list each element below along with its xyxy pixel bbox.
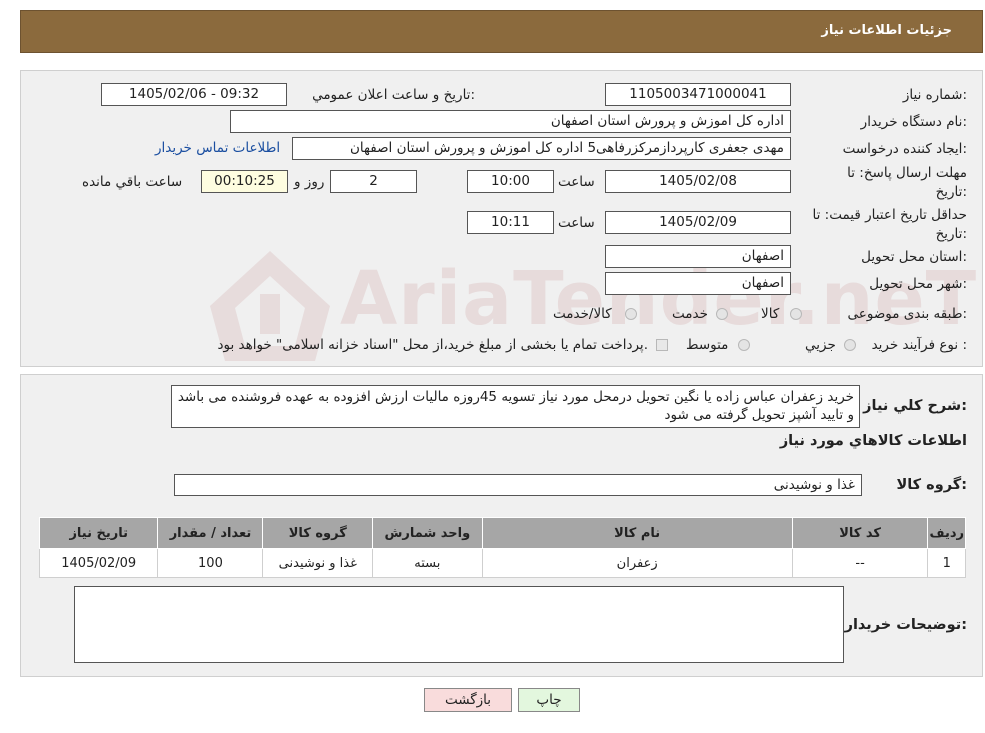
cell-item-group: غذا و نوشيدنی bbox=[262, 548, 374, 578]
province-field: اصفهان bbox=[605, 245, 791, 268]
deadline-date-field: 1405/02/08 bbox=[605, 170, 791, 193]
col-need-date: تاريخ نياز bbox=[38, 517, 159, 549]
cell-unit: بسته bbox=[372, 548, 483, 578]
goods-group-label: گروه کالا: bbox=[896, 477, 967, 493]
print-button[interactable]: چاپ bbox=[518, 688, 580, 712]
deadline-time-field: 10:00 bbox=[467, 170, 554, 193]
items-table-wrap: رديف کد کالا نام کالا واحد شمارش گروه کا… bbox=[38, 517, 966, 578]
days-label: روز و bbox=[294, 174, 325, 190]
goods-section-title: اطلاعات کالاهاي مورد نياز bbox=[779, 433, 967, 449]
category-radio-service[interactable] bbox=[716, 308, 728, 320]
process-option-minor: جزيي bbox=[805, 337, 836, 353]
cell-item-name: زعفران bbox=[481, 548, 793, 578]
category-radio-goods-service[interactable] bbox=[625, 308, 637, 320]
col-row-number: رديف bbox=[927, 517, 966, 549]
deadline-label-2: تاريخ: bbox=[935, 184, 967, 200]
process-label: نوع فرآيند خريد : bbox=[871, 337, 967, 353]
need-number-label: شماره نیاز: bbox=[902, 87, 967, 103]
back-button[interactable]: بازگشت bbox=[424, 688, 512, 712]
col-item-name: نام کالا bbox=[481, 517, 793, 549]
validity-date-field: 1405/02/09 bbox=[605, 211, 791, 234]
cell-quantity: 100 bbox=[157, 548, 264, 578]
validity-label-2: تاريخ: bbox=[935, 226, 967, 242]
description-textarea[interactable]: خريد زعفران عباس زاده يا نگين تحويل درمح… bbox=[171, 385, 860, 428]
days-field: 2 bbox=[330, 170, 417, 193]
items-table: رديف کد کالا نام کالا واحد شمارش گروه کا… bbox=[38, 517, 966, 578]
announce-field: 1405/02/06 - 09:32 bbox=[101, 83, 287, 106]
cell-need-date: 1405/02/09 bbox=[38, 548, 159, 578]
category-option-goods: کالا bbox=[761, 306, 780, 322]
deadline-time-label: ساعت bbox=[558, 174, 595, 190]
validity-label-1: حداقل تاريخ اعتبار قيمت: تا bbox=[812, 207, 967, 223]
province-label: استان محل تحويل: bbox=[861, 249, 967, 265]
col-unit: واحد شمارش bbox=[372, 517, 483, 549]
cell-item-code: -- bbox=[791, 548, 929, 578]
buyer-org-label: نام دستگاه خريدار: bbox=[860, 114, 967, 130]
goods-group-field: غذا و نوشيدنی bbox=[174, 474, 862, 496]
category-option-service: خدمت bbox=[672, 306, 708, 322]
validity-time-field: 10:11 bbox=[467, 211, 554, 234]
col-quantity: تعداد / مقدار bbox=[157, 517, 264, 549]
process-note: پرداخت تمام يا بخشی از مبلغ خريد،از محل … bbox=[217, 337, 648, 353]
need-number-field: 1105003471000041 bbox=[605, 83, 791, 106]
remaining-label: ساعت باقي مانده bbox=[82, 174, 183, 190]
contact-buyer-link[interactable]: اطلاعات تماس خريدار bbox=[155, 140, 280, 156]
col-item-group: گروه کالا bbox=[262, 517, 374, 549]
category-option-goods-service: کالا/خدمت bbox=[553, 306, 612, 322]
description-label: شرح کلي نياز: bbox=[863, 398, 967, 414]
buyer-notes-textarea[interactable] bbox=[74, 586, 844, 663]
category-label: طبقه بندی موضوعی: bbox=[847, 306, 967, 322]
watermark-text: AriaTender.neT bbox=[340, 256, 978, 342]
buyer-notes-label: توضيحات خريدار: bbox=[844, 617, 967, 633]
process-option-medium: متوسط bbox=[686, 337, 729, 353]
cell-row-number: 1 bbox=[927, 548, 966, 578]
page-header: جزئیات اطلاعات نیاز bbox=[20, 10, 983, 53]
table-row[interactable]: 1 -- زعفران بسته غذا و نوشيدنی 100 1405/… bbox=[38, 548, 966, 578]
validity-time-label: ساعت bbox=[558, 215, 595, 231]
announce-label: تاریخ و ساعت اعلان عمومي: bbox=[312, 87, 475, 103]
page-title: جزئیات اطلاعات نیاز bbox=[821, 23, 952, 38]
category-radio-goods[interactable] bbox=[790, 308, 802, 320]
deadline-label-1: مهلت ارسال پاسخ: تا bbox=[847, 165, 967, 181]
city-field: اصفهان bbox=[605, 272, 791, 295]
col-item-code: کد کالا bbox=[791, 517, 929, 549]
creator-field: مهدی جعفری کارپردازمرکزرفاهی5 اداره کل ا… bbox=[292, 137, 791, 160]
process-radio-medium[interactable] bbox=[738, 339, 750, 351]
creator-label: ايجاد کننده درخواست: bbox=[842, 141, 967, 157]
process-radio-minor[interactable] bbox=[844, 339, 856, 351]
buyer-org-field: اداره کل اموزش و پرورش استان اصفهان bbox=[230, 110, 791, 133]
treasury-checkbox[interactable] bbox=[656, 339, 668, 351]
table-header-row: رديف کد کالا نام کالا واحد شمارش گروه کا… bbox=[38, 517, 966, 549]
city-label: شهر محل تحويل: bbox=[869, 276, 967, 292]
remaining-time-field: 00:10:25 bbox=[201, 170, 288, 193]
